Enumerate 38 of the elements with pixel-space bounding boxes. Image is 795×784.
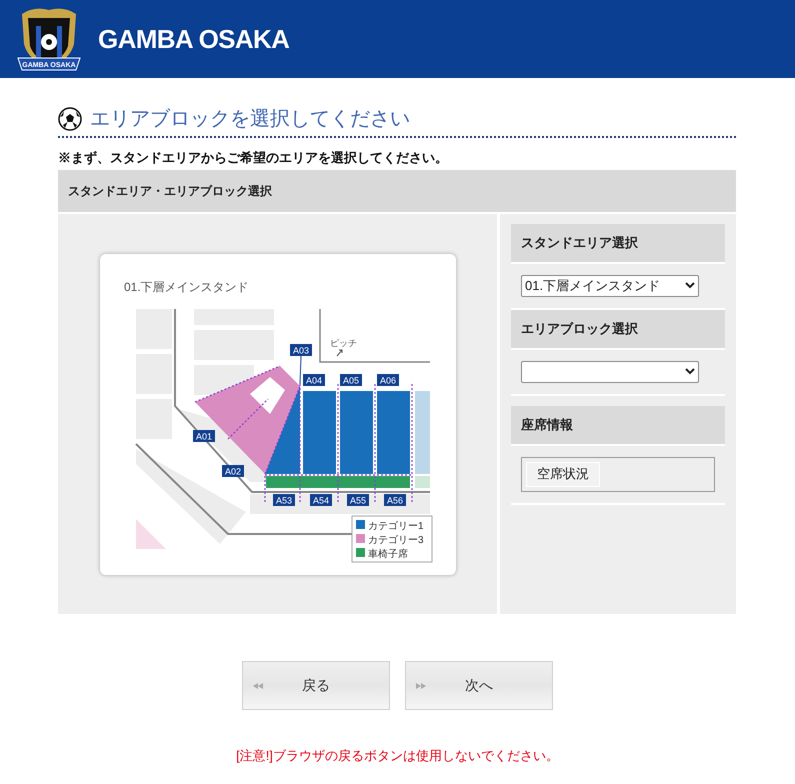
block-label[interactable]: A55	[347, 494, 369, 506]
page-title: エリアブロックを選択してください	[90, 107, 410, 132]
block-label[interactable]: A02	[222, 464, 244, 476]
stand-area	[136, 518, 166, 548]
block-label[interactable]: A01	[193, 430, 215, 442]
section-header: 座席情報	[511, 406, 725, 446]
map-title: 01.下層メインスタンド	[124, 280, 249, 294]
chevron-down-icon	[685, 282, 695, 289]
back-button[interactable]: 戻る	[242, 660, 390, 710]
panel-header: スタンドエリア・エリアブロック選択	[58, 170, 736, 212]
block-label[interactable]: A06	[377, 374, 399, 386]
instruction-text: ※まず、スタンドエリアからご希望のエリアを選択してください。	[58, 149, 449, 167]
block-label[interactable]: A54	[310, 494, 332, 506]
section-header: エリアブロック選択	[511, 310, 725, 350]
concourse-area	[250, 376, 285, 414]
block-label[interactable]: A03	[290, 344, 312, 356]
block-label[interactable]: A53	[273, 494, 295, 506]
soccer-ball-icon	[58, 107, 82, 131]
block-label[interactable]: A04	[303, 374, 325, 386]
section-header: スタンドエリア選択	[511, 224, 725, 264]
next-button[interactable]: 次へ	[405, 660, 553, 710]
warning-text: [注意!]ブラウザの戻るボタンは使用しないでください。	[235, 746, 560, 765]
select-field[interactable]: 01.下層メインスタンド	[521, 274, 699, 296]
block-label[interactable]: A05	[340, 374, 362, 386]
block-label[interactable]: A56	[384, 494, 406, 506]
legend-label: カテゴリー1	[368, 520, 424, 532]
arrow-icon	[336, 349, 342, 356]
double-left-arrow-icon	[253, 682, 263, 688]
legend-label: 車椅子席	[368, 548, 408, 560]
leader-line	[300, 355, 302, 384]
legend-label: カテゴリー3	[368, 534, 424, 546]
chevron-down-icon	[685, 368, 695, 375]
site-title: GAMBA OSAKA	[98, 22, 290, 56]
double-right-arrow-icon	[416, 682, 426, 688]
pitch-label: ピッチ	[330, 338, 357, 348]
seat-availability-button[interactable]: 空席状況	[526, 462, 600, 486]
select-field[interactable]	[521, 360, 699, 382]
wheelchair-row	[415, 476, 430, 488]
